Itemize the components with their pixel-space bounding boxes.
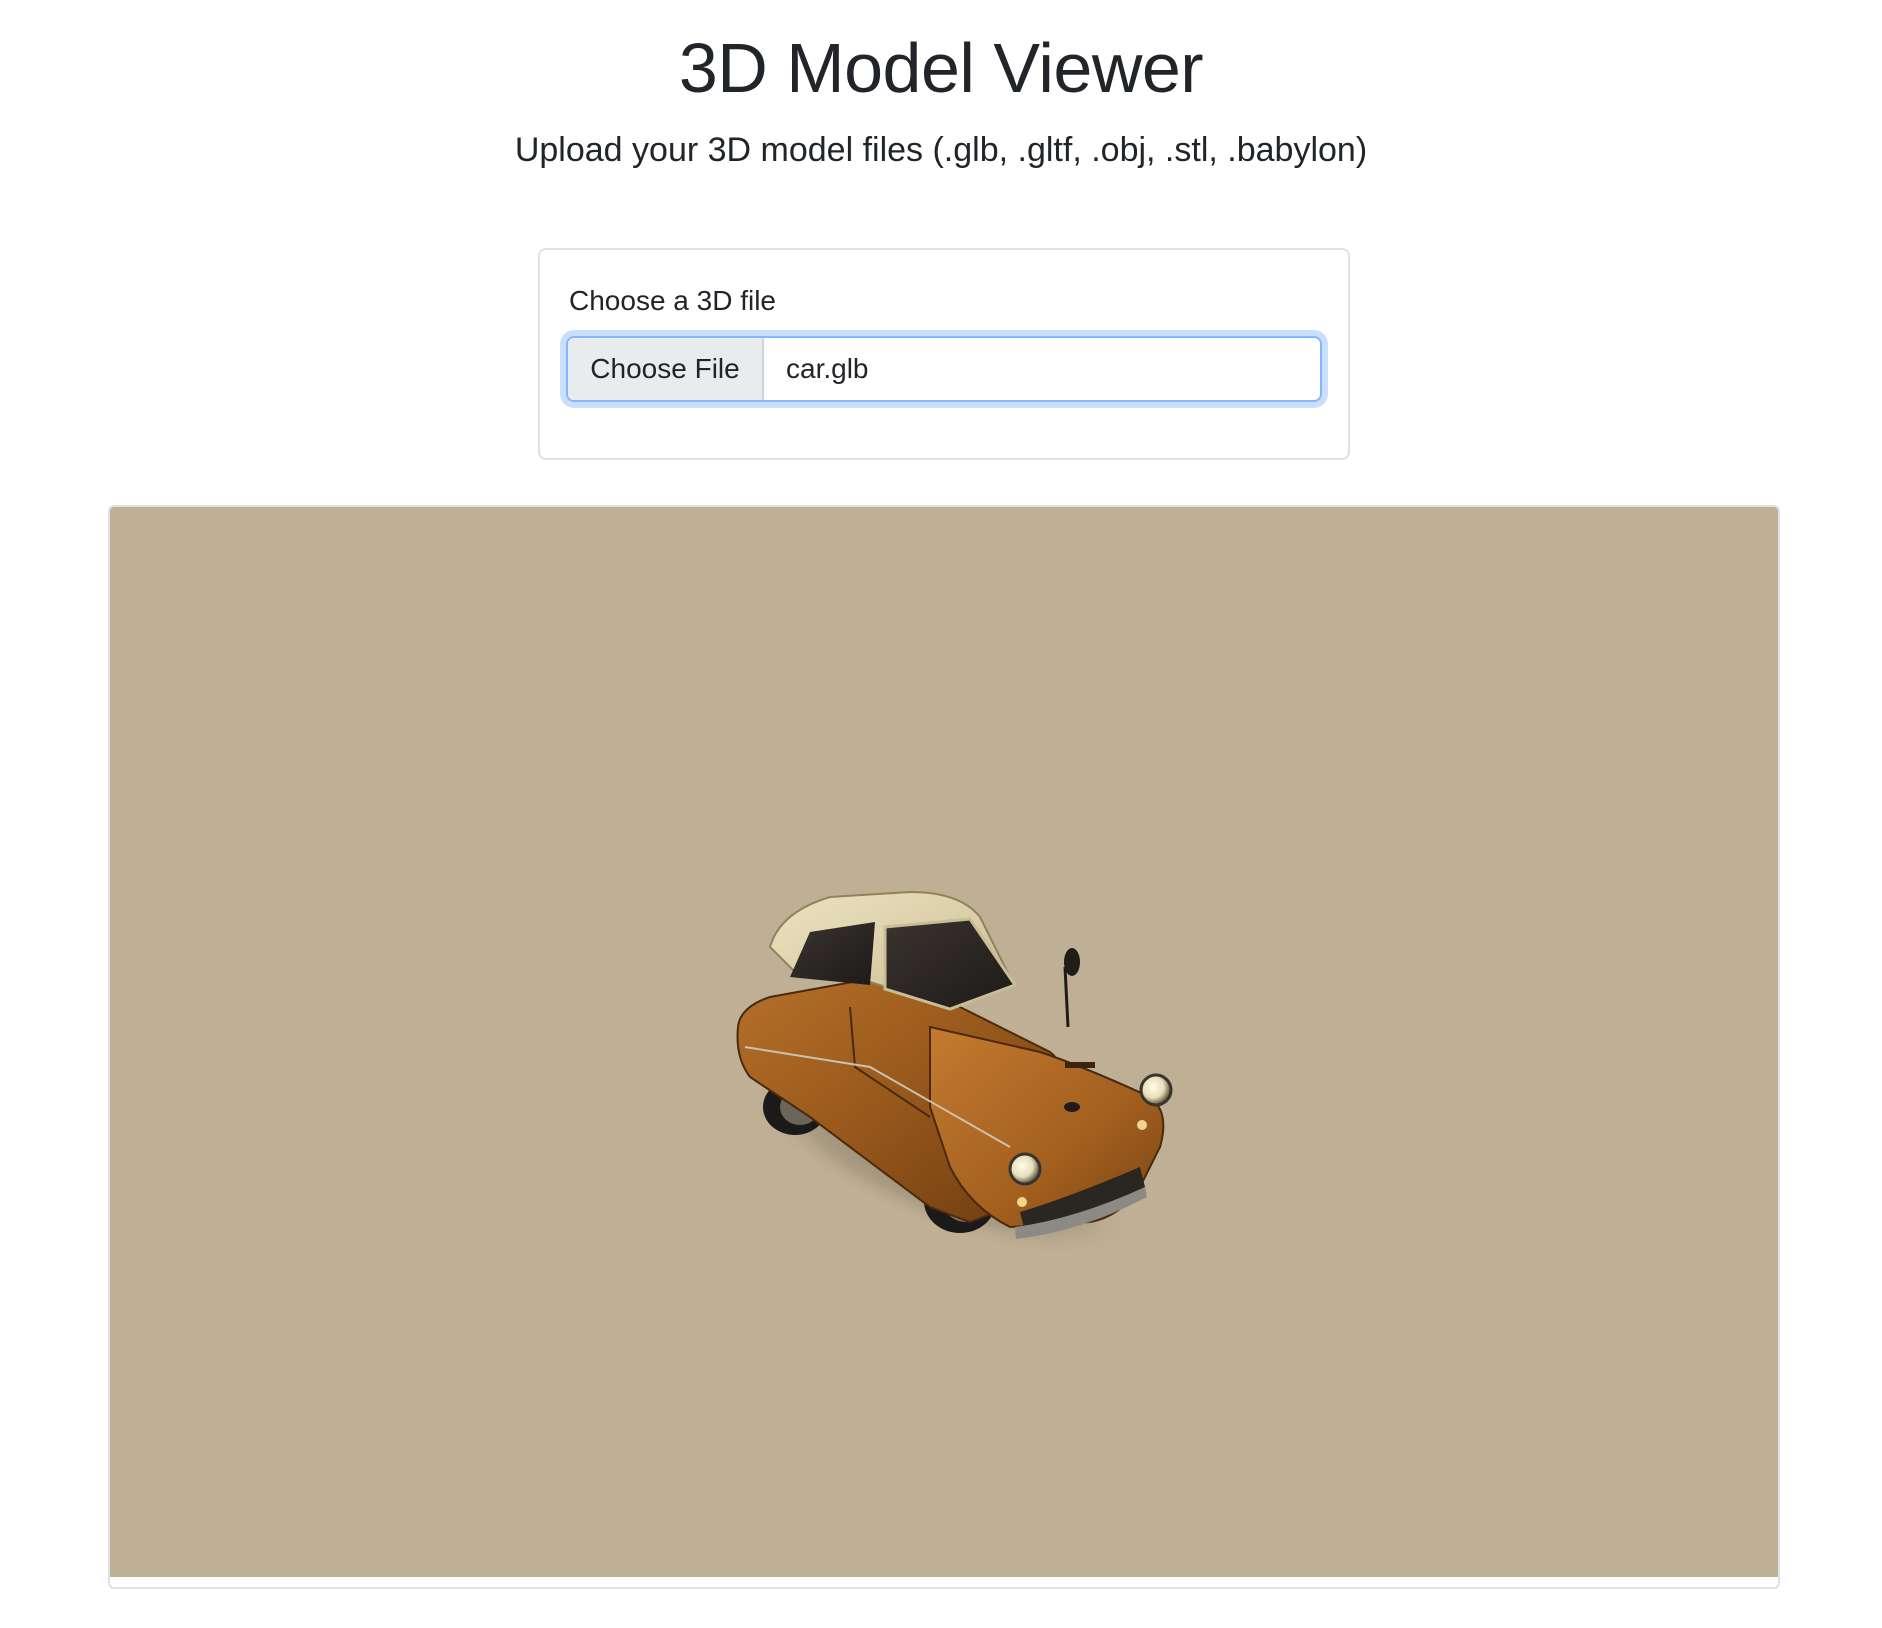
model-viewer[interactable] xyxy=(108,505,1780,1589)
car-model-icon xyxy=(736,890,1173,1259)
page-subtitle: Upload your 3D model files (.glb, .gltf,… xyxy=(514,131,1368,169)
render-canvas[interactable] xyxy=(110,507,1778,1577)
page-title: 3D Model Viewer xyxy=(678,29,1204,107)
choose-file-button[interactable]: Choose File xyxy=(568,338,764,400)
file-input[interactable]: Choose File car.glb xyxy=(566,336,1322,402)
upload-card: Choose a 3D file Choose File car.glb xyxy=(538,248,1350,460)
selected-file-name: car.glb xyxy=(786,353,869,384)
page: 3D Model Viewer Upload your 3D model fil… xyxy=(0,0,1882,1628)
file-input-label: Choose a 3D file xyxy=(569,285,777,316)
